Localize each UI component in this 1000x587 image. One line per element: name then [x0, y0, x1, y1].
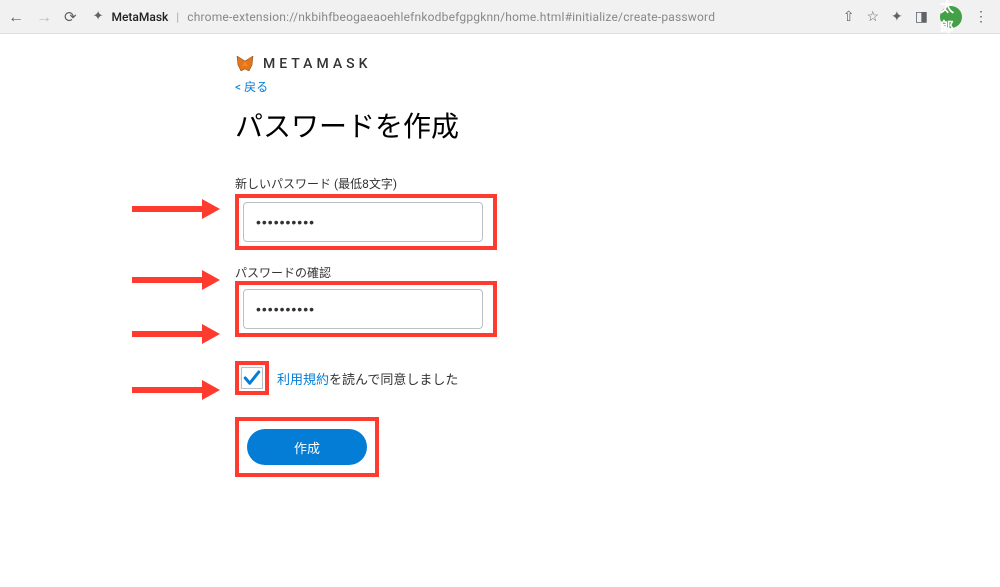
- create-button[interactable]: 作成: [247, 429, 367, 465]
- page-body: METAMASK < 戻る パスワードを作成 新しいパスワード (最低8文字) …: [0, 34, 1000, 477]
- highlight-checkbox: [235, 361, 269, 395]
- annotation-arrow-3: [132, 324, 220, 344]
- puzzle-icon[interactable]: ✦: [891, 9, 903, 25]
- nav-controls: ← → ⟳: [8, 7, 77, 27]
- share-icon[interactable]: ⇧: [843, 9, 855, 25]
- terms-text: 利用規約を読んで同意しました: [277, 369, 458, 388]
- address-bar[interactable]: ✦ MetaMask | chrome-extension://nkbihfbe…: [85, 9, 835, 24]
- terms-link[interactable]: 利用規約: [277, 373, 329, 388]
- annotation-arrow-2: [132, 270, 220, 290]
- star-icon[interactable]: ☆: [866, 9, 879, 25]
- confirm-password-label: パスワードの確認: [235, 264, 575, 281]
- url-text: chrome-extension://nkbihfbeogaeaoehlefnk…: [187, 10, 715, 24]
- highlight-create-button: 作成: [235, 417, 379, 477]
- highlight-confirm-password: [235, 281, 497, 337]
- confirm-password-group: パスワードの確認: [235, 264, 575, 337]
- extension-icon: ✦: [93, 9, 104, 24]
- brand-row: METAMASK: [235, 54, 575, 74]
- checkmark-icon: [243, 369, 261, 387]
- browser-toolbar: ← → ⟳ ✦ MetaMask | chrome-extension://nk…: [0, 0, 1000, 34]
- new-password-label: 新しいパスワード (最低8文字): [235, 175, 575, 192]
- menu-icon[interactable]: ⋮: [974, 9, 988, 25]
- refresh-icon[interactable]: ⟳: [64, 8, 77, 26]
- forward-arrow-icon[interactable]: →: [36, 7, 52, 27]
- page-title: パスワードを作成: [235, 105, 575, 145]
- annotation-arrow-1: [132, 199, 220, 219]
- highlight-new-password: [235, 194, 497, 250]
- url-separator: |: [176, 10, 179, 24]
- back-arrow-icon[interactable]: ←: [8, 7, 24, 27]
- new-password-group: 新しいパスワード (最低8文字): [235, 175, 575, 250]
- annotation-arrow-4: [132, 380, 220, 400]
- panel-icon[interactable]: ◨: [915, 9, 928, 25]
- site-name: MetaMask: [111, 10, 168, 24]
- metamask-fox-icon: [235, 54, 255, 74]
- main-content: METAMASK < 戻る パスワードを作成 新しいパスワード (最低8文字) …: [235, 54, 575, 477]
- profile-avatar[interactable]: 太郎: [940, 6, 962, 28]
- back-link[interactable]: < 戻る: [235, 78, 268, 95]
- terms-row: 利用規約を読んで同意しました: [235, 361, 575, 395]
- terms-suffix: を読んで同意しました: [329, 373, 458, 388]
- toolbar-right: ⇧ ☆ ✦ ◨ 太郎 ⋮: [843, 6, 992, 28]
- confirm-password-input[interactable]: [243, 289, 483, 329]
- brand-name: METAMASK: [263, 56, 371, 72]
- new-password-input[interactable]: [243, 202, 483, 242]
- terms-checkbox[interactable]: [241, 367, 263, 389]
